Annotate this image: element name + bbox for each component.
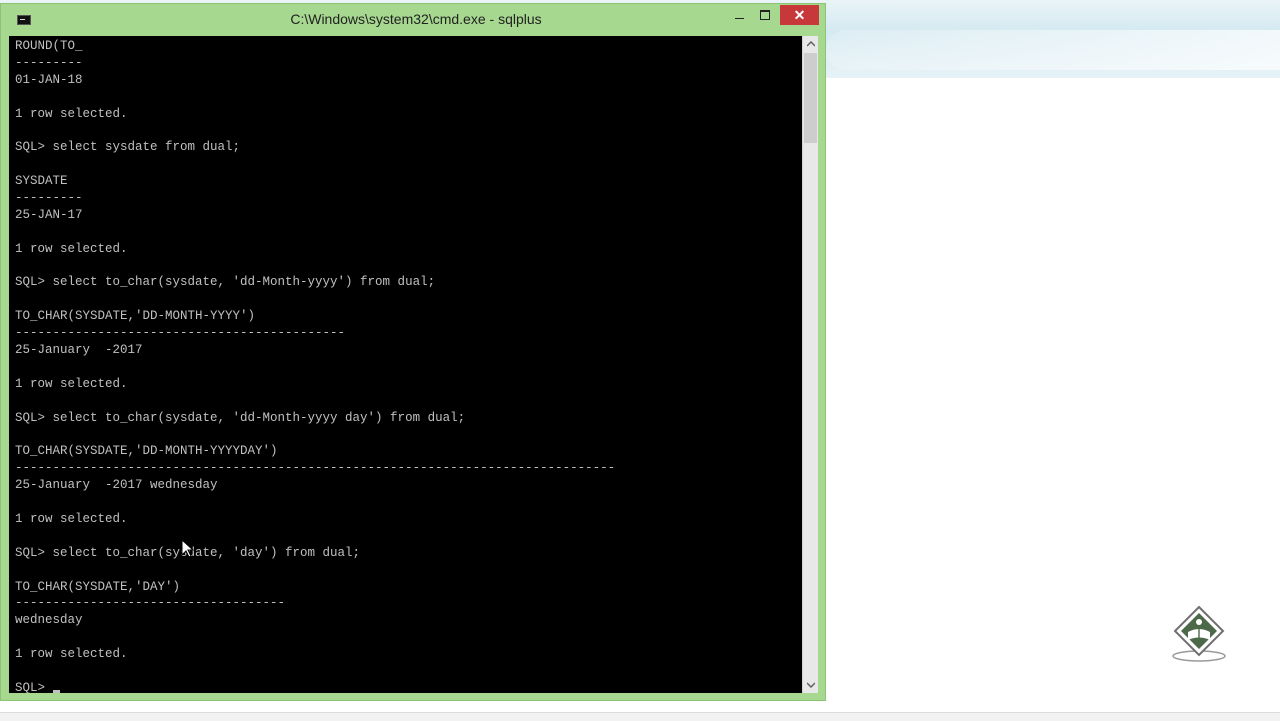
console-lines: ROUND(TO_ --------- 01-JAN-18 1 row selecte…	[15, 38, 615, 693]
scroll-up-button[interactable]	[803, 36, 818, 52]
cmd-icon[interactable]	[17, 15, 31, 25]
close-icon: ✕	[793, 7, 806, 23]
console-line: SQL> select to_char(sysdate, 'day') from…	[15, 545, 361, 560]
console-line: 25-January -2017 wednesday	[15, 478, 218, 493]
console-line: 1 row selected.	[15, 647, 128, 662]
console-line: 1 row selected.	[15, 241, 128, 256]
vertical-scrollbar[interactable]	[802, 36, 818, 693]
console-line: TO_CHAR(SYSDATE,'DD-MONTH-YYYYDAY')	[15, 444, 278, 459]
console-line: 25-January -2017	[15, 343, 143, 358]
console-line: 1 row selected.	[15, 511, 128, 526]
console-line: ---------	[15, 55, 83, 70]
console-line: 01-JAN-18	[15, 72, 83, 87]
console-line: TO_CHAR(SYSDATE,'DAY')	[15, 579, 181, 594]
console-prompt: SQL>	[15, 680, 53, 693]
chevron-down-icon	[805, 682, 816, 689]
console-line: ------------------------------------	[15, 596, 286, 611]
console-line: 1 row selected.	[15, 376, 128, 391]
maximize-button[interactable]	[753, 5, 777, 25]
console-line: ----------------------------------------…	[15, 326, 346, 341]
console-prompt-line[interactable]: SQL>	[15, 680, 615, 693]
window-titlebar[interactable]: C:\Windows\system32\cmd.exe - sqlplus ✕	[1, 4, 825, 35]
minimize-icon	[734, 18, 744, 19]
scroll-thumb[interactable]	[804, 53, 817, 143]
mouse-pointer-icon	[181, 539, 195, 558]
close-button[interactable]: ✕	[780, 5, 819, 25]
chevron-up-icon	[805, 40, 816, 47]
scroll-down-button[interactable]	[803, 677, 818, 693]
console-line: ----------------------------------------…	[15, 461, 616, 476]
console-line: 25-JAN-17	[15, 207, 83, 222]
console-line: wednesday	[15, 613, 83, 628]
book-logo-icon	[1172, 605, 1226, 662]
text-cursor	[52, 689, 60, 693]
window-title: C:\Windows\system32\cmd.exe - sqlplus	[290, 11, 542, 27]
console-line: 1 row selected.	[15, 106, 128, 121]
console-line: SQL> select to_char(sysdate, 'dd-Month-y…	[15, 410, 466, 425]
console-line: TO_CHAR(SYSDATE,'DD-MONTH-YYYY')	[15, 309, 256, 324]
console-line: SYSDATE	[15, 174, 68, 189]
maximize-icon	[760, 10, 770, 20]
console-line: SQL> select sysdate from dual;	[15, 140, 241, 155]
minimize-button[interactable]	[727, 5, 751, 25]
console-output[interactable]: ROUND(TO_ --------- 01-JAN-18 1 row selecte…	[9, 36, 802, 693]
cmd-window[interactable]: C:\Windows\system32\cmd.exe - sqlplus ✕ …	[0, 3, 826, 701]
desktop-light-band	[826, 30, 1280, 70]
console-line: SQL> select to_char(sysdate, 'dd-Month-y…	[15, 275, 436, 290]
console-line: ---------	[15, 191, 83, 206]
console-line: ROUND(TO_	[15, 39, 83, 53]
